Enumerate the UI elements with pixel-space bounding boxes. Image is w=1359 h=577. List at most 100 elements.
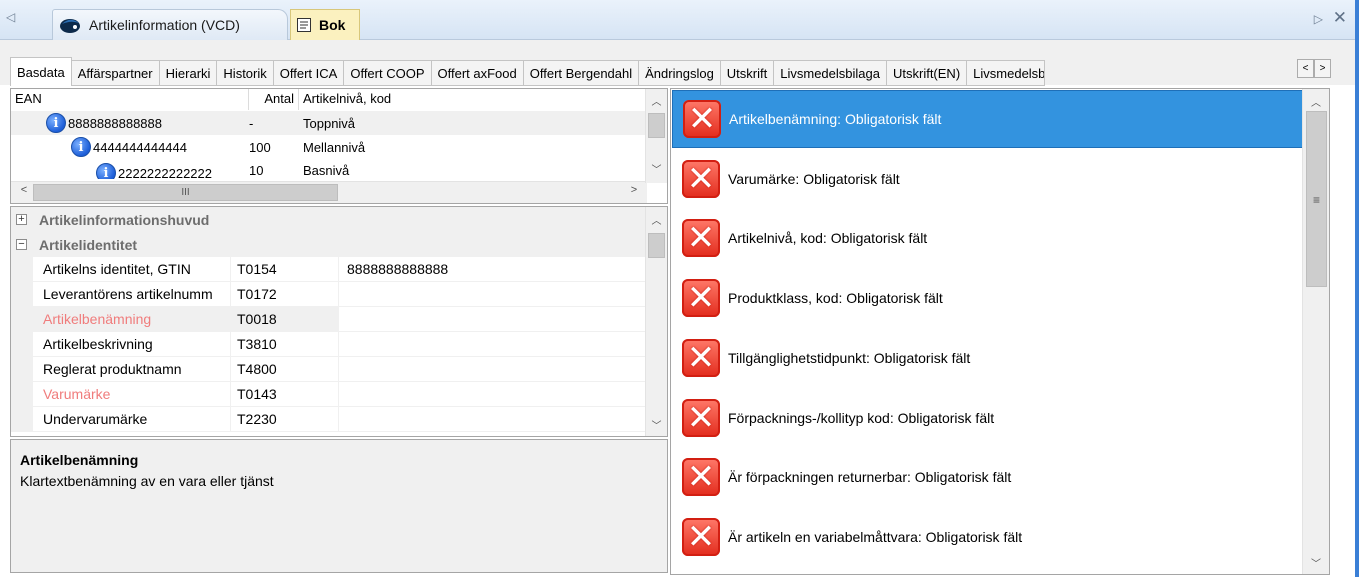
error-list-item[interactable]: ✕ Tillgänglighetstidpunkt: Obligatorisk f… <box>672 329 1303 387</box>
property-value[interactable] <box>339 382 647 407</box>
error-icon: ✕ <box>682 517 720 556</box>
error-icon: ✕ <box>682 458 720 497</box>
tab-offert-coop[interactable]: Offert COOP <box>344 60 432 86</box>
property-code: T0018 <box>231 307 339 332</box>
description-panel: Artikelbenämning Klartextbenämning av en… <box>10 439 668 573</box>
tab-livsmedelsb[interactable]: Livsmedelsb <box>967 60 1046 86</box>
property-row[interactable]: Leverantörens artikelnumm T0172 <box>11 282 647 307</box>
property-value[interactable] <box>339 307 647 332</box>
scroll-up-icon[interactable]: ︿ <box>646 210 667 228</box>
scroll-right-arrow-icon[interactable]: > <box>625 184 643 196</box>
window-edge <box>1355 0 1359 577</box>
error-list-item[interactable]: ✕ Artikelnivå, kod: Obligatorisk fält <box>672 209 1303 267</box>
property-row[interactable]: Artikelbeskrivning T3810 <box>11 332 647 357</box>
error-list-item[interactable]: ✕ Är förpackningen returnerbar: Obligator… <box>672 448 1303 506</box>
vertical-scrollbar[interactable]: ︿ ﹀ <box>645 207 667 436</box>
description-title: Artikelbenämning <box>20 452 139 468</box>
scroll-down-icon[interactable]: ﹀ <box>646 159 667 177</box>
error-list-item[interactable]: ✕ Är artikeln en variabelmåttvara: Obliga… <box>672 508 1303 566</box>
validation-error-list: ✕ Artikelbenämning: Obligatorisk fält ✕ Var… <box>670 88 1330 575</box>
row-gutter <box>11 257 33 282</box>
scroll-left-icon[interactable]: ◁ <box>6 10 15 24</box>
property-value[interactable] <box>339 407 647 432</box>
error-message: Tillgänglighetstidpunkt: Obligatorisk fä… <box>728 349 971 366</box>
scroll-down-icon[interactable]: ﹀ <box>646 415 667 433</box>
scroll-up-icon[interactable]: ︿ <box>1303 92 1329 110</box>
row-gutter <box>11 357 33 382</box>
row-gutter <box>11 282 33 307</box>
property-name: Undervarumärke <box>33 407 231 432</box>
hierarchy-niva: Toppnivå <box>303 115 356 131</box>
error-message: Artikelnivå, kod: Obligatorisk fält <box>728 230 928 247</box>
row-gutter <box>11 407 33 432</box>
hierarchy-row[interactable]: i 8888888888888 - Toppnivå <box>11 111 647 135</box>
error-message: Förpacknings-/kollityp kod: Obligatorisk… <box>728 409 995 426</box>
property-grid: + Artikelinformationshuvud − Artikeliden… <box>10 206 668 437</box>
column-header-niva[interactable]: Artikelnivå, kod <box>299 89 647 110</box>
property-row[interactable]: Artikelbenämning T0018 <box>11 307 647 332</box>
scroll-up-icon[interactable]: ︿ <box>646 91 667 109</box>
property-value[interactable] <box>339 357 647 382</box>
hierarchy-antal: 10 <box>249 163 264 178</box>
category-artikelinformationshuvud[interactable]: + Artikelinformationshuvud <box>11 207 647 232</box>
error-message: Varumärke: Obligatorisk fält <box>728 170 900 187</box>
hierarchy-antal: - <box>249 115 254 131</box>
property-name: Artikelbenämning <box>33 307 231 332</box>
column-header-ean[interactable]: EAN <box>11 89 249 110</box>
tab-basdata[interactable]: Basdata <box>10 57 72 86</box>
error-message: Är förpackningen returnerbar: Obligatori… <box>728 469 1012 486</box>
property-row[interactable]: Undervarumärke T2230 <box>11 407 647 432</box>
hierarchy-row[interactable]: i 4444444444444 100 Mellannivå <box>11 135 647 159</box>
category-label: Artikelinformationshuvud <box>39 211 210 228</box>
horizontal-scrollbar[interactable]: < III > <box>11 181 647 203</box>
error-list-item[interactable]: ✕ Förpacknings-/kollityp kod: Obligatoris… <box>672 389 1303 447</box>
scroll-left-arrow-icon[interactable]: < <box>15 184 33 196</box>
category-artikelidentitet[interactable]: − Artikelidentitet <box>11 232 647 257</box>
error-icon: ✕ <box>682 219 720 258</box>
tab-offert-ica[interactable]: Offert ICA <box>273 60 345 86</box>
column-header-antal[interactable]: Antal <box>249 89 299 110</box>
collapse-icon[interactable]: − <box>16 239 27 250</box>
close-icon[interactable]: ✕ <box>1333 8 1347 28</box>
tab-historik[interactable]: Historik <box>217 60 274 86</box>
doc-tab-label: Artikelinformation (VCD) <box>89 17 240 33</box>
property-row[interactable]: Varumärke T0143 <box>11 382 647 407</box>
error-list-item[interactable]: ✕ Varumärke: Obligatorisk fält <box>672 150 1303 208</box>
tab-offert-bergendahl[interactable]: Offert Bergendahl <box>523 60 640 86</box>
hierarchy-ean: 2222222222222 <box>118 165 212 180</box>
tab-utskrift-en-[interactable]: Utskrift(EN) <box>886 60 968 86</box>
tab-offert-axfood[interactable]: Offert axFood <box>431 60 524 86</box>
property-code: T0172 <box>231 282 339 307</box>
tab-scroll-left-icon[interactable]: < <box>1297 59 1314 78</box>
info-icon: i <box>96 163 116 179</box>
property-code: T0143 <box>231 382 339 407</box>
hierarchy-row[interactable]: i 2222222222222 10 Basnivå <box>11 159 647 179</box>
vertical-scrollbar[interactable]: ︿ ≡ ﹀ <box>1302 89 1329 574</box>
scroll-thumb[interactable] <box>648 233 665 258</box>
form-icon <box>297 18 311 32</box>
property-value[interactable] <box>339 282 647 307</box>
scroll-down-icon[interactable]: ﹀ <box>1303 553 1329 571</box>
error-icon: ✕ <box>682 338 720 377</box>
vertical-scrollbar[interactable]: ︿ ﹀ <box>645 89 667 183</box>
expand-icon[interactable]: + <box>16 214 27 225</box>
scroll-thumb[interactable]: III <box>33 184 338 201</box>
tab-livsmedelsbilaga[interactable]: Livsmedelsbilaga <box>774 60 887 86</box>
info-icon: i <box>71 137 91 157</box>
property-value[interactable]: 8888888888888 <box>339 257 647 282</box>
tab-hierarki[interactable]: Hierarki <box>159 60 218 86</box>
error-list-item[interactable]: ✕ Artikelbenämning: Obligatorisk fält <box>672 90 1303 148</box>
scroll-right-icon[interactable]: ▷ <box>1314 12 1323 26</box>
tab-utskrift[interactable]: Utskrift <box>720 60 775 86</box>
row-gutter <box>11 382 33 407</box>
doc-tab-artikelinformation[interactable]: Artikelinformation (VCD) <box>52 9 288 40</box>
error-list-item[interactable]: ✕ Produktklass, kod: Obligatorisk fält <box>672 269 1303 327</box>
scroll-thumb[interactable] <box>648 113 665 138</box>
tab-scroll-right-icon[interactable]: > <box>1314 59 1331 78</box>
tab-affärspartner[interactable]: Affärspartner <box>71 60 160 86</box>
property-row[interactable]: Reglerat produktnamn T4800 <box>11 357 647 382</box>
doc-tab-bok[interactable]: Bok <box>290 9 360 40</box>
property-row[interactable]: Artikelns identitet, GTIN T0154 8888888888… <box>11 257 647 282</box>
property-value[interactable] <box>339 332 647 357</box>
tab-ändringslog[interactable]: Ändringslog <box>639 60 721 86</box>
